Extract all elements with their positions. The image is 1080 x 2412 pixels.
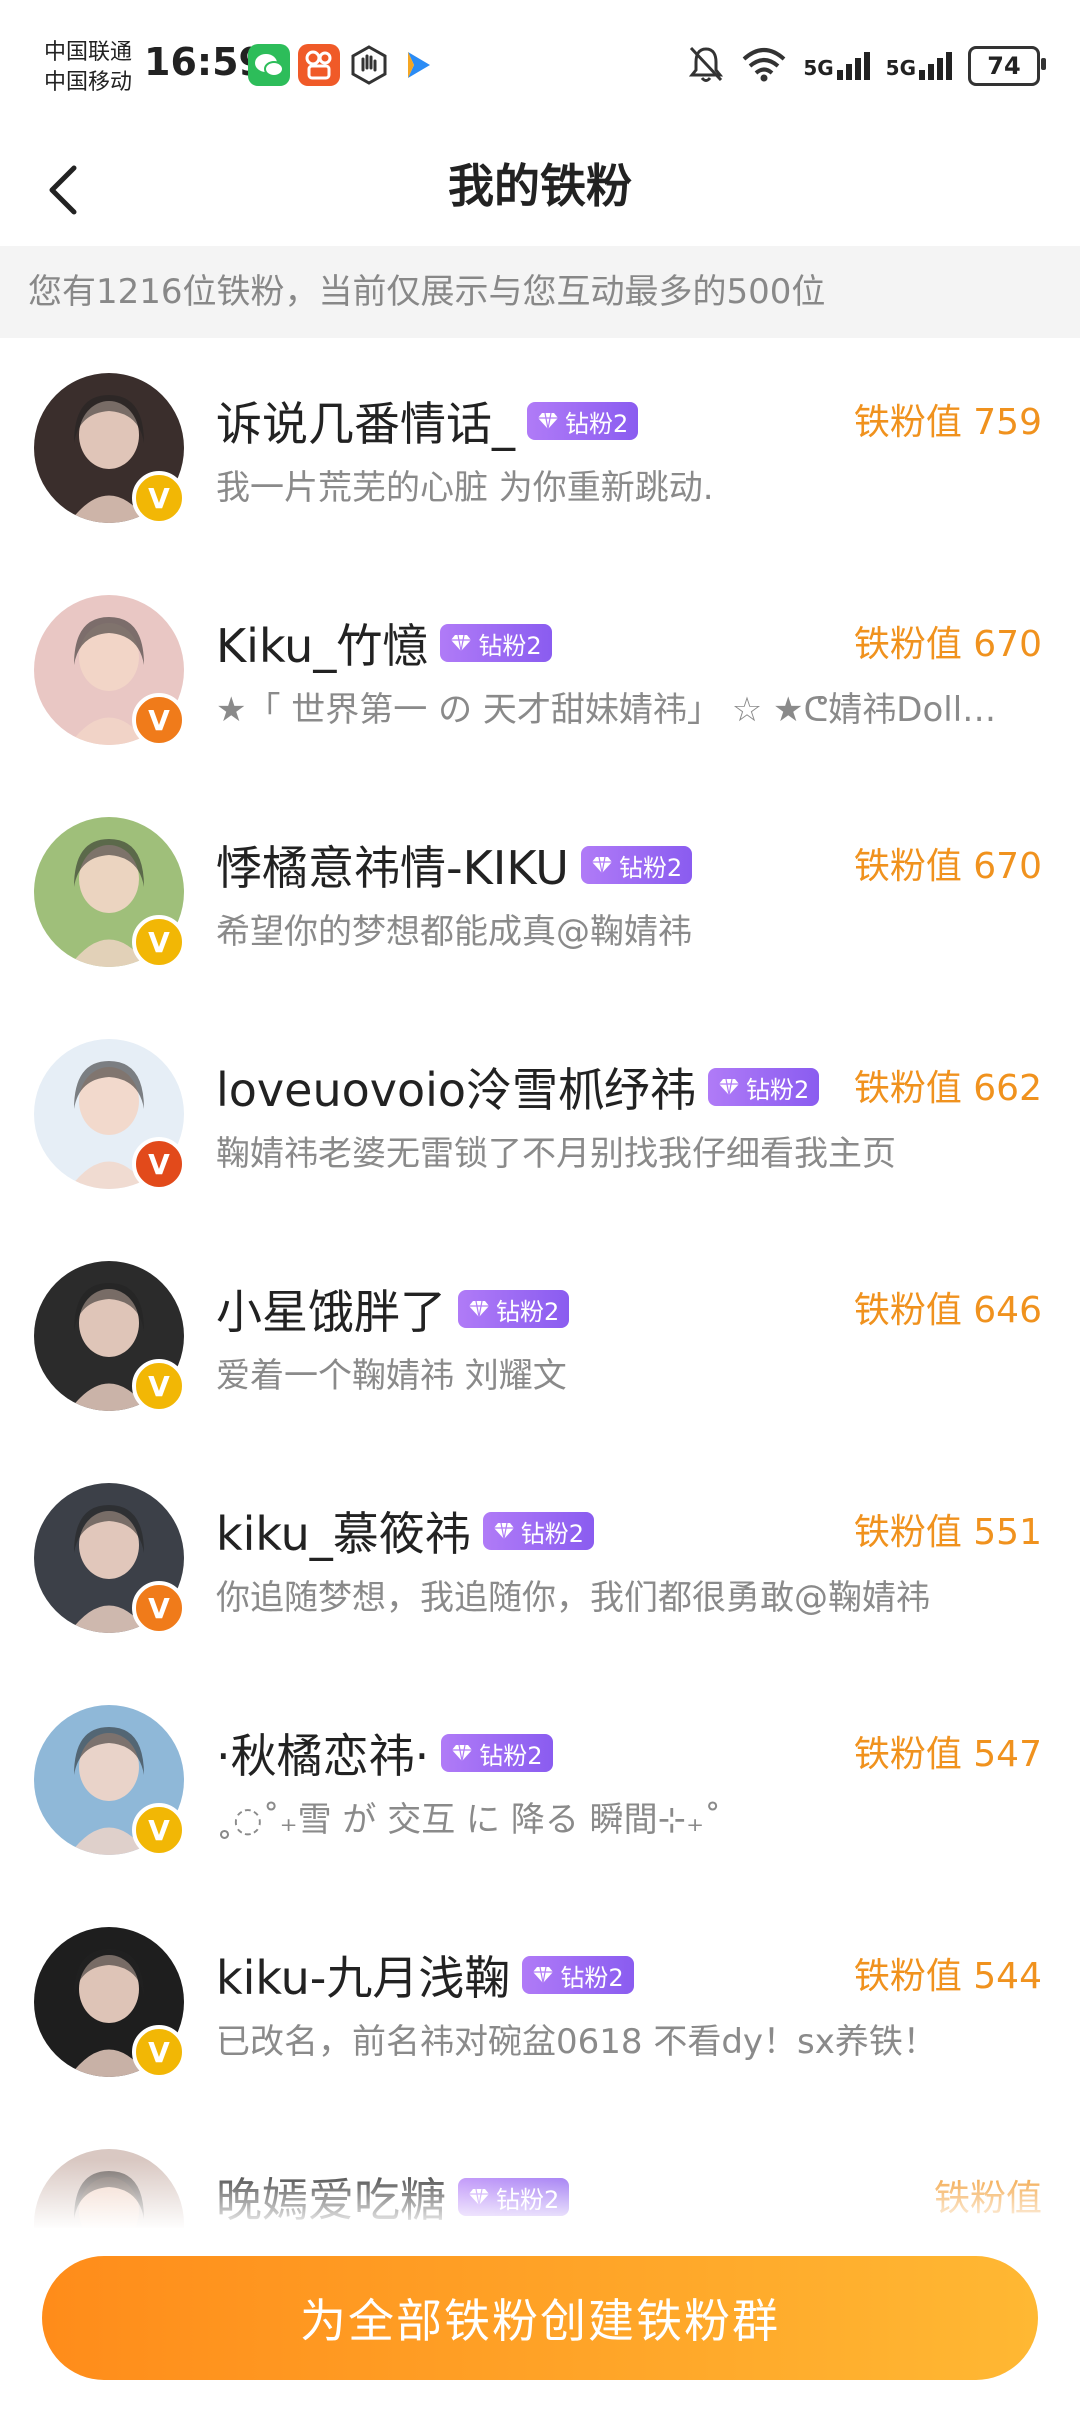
- name-line: Kiku_竹憶 钻粉2: [216, 610, 552, 676]
- diamond-icon: [538, 412, 558, 430]
- fan-signature: ★「 世界第一 の 天才甜妹婧祎」 ☆ ★ᕦ婧祎Doll…: [216, 690, 997, 730]
- fan-level-label: 钻粉2: [479, 1741, 543, 1770]
- name-line: loveuovoio泠雪枛纾祎 钻粉2: [216, 1054, 820, 1120]
- name-line: 悸橘意祎情-KIKU 钻粉2: [216, 832, 693, 898]
- fan-signature: 我一片荒芜的心脏 为你重新跳动.: [216, 468, 714, 508]
- kuaishou-icon: [298, 44, 340, 86]
- fan-level-badge: 钻粉2: [522, 1956, 634, 1994]
- battery-indicator: 74: [968, 46, 1046, 86]
- fan-signature: 鞠婧祎老婆无雷锁了不月别找我仔细看我主页: [216, 1134, 896, 1174]
- fan-row[interactable]: V loveuovoio泠雪枛纾祎 钻粉2 铁粉值 662 鞠婧祎老婆无雷锁了不…: [0, 1004, 1080, 1226]
- name-line: ·秋橘恋祎· 钻粉2: [216, 1720, 553, 1786]
- wechat-icon: [248, 44, 290, 86]
- verified-v-icon: V: [132, 1137, 186, 1191]
- fan-level-badge: 钻粉2: [458, 1290, 570, 1328]
- diamond-icon: [469, 1300, 489, 1318]
- diamond-icon: [591, 856, 612, 874]
- fan-level-label: 钻粉2: [560, 1963, 624, 1992]
- fan-value: 铁粉值 670: [853, 624, 1042, 665]
- fan-value: 铁粉值 759: [853, 402, 1042, 443]
- fans-notice: 您有1216位铁粉，当前仅展示与您互动最多的500位: [0, 246, 1080, 338]
- play-arrow-icon: [398, 44, 440, 86]
- mute-icon: [687, 44, 725, 88]
- fan-name: 悸橘意祎情-KIKU: [216, 841, 569, 895]
- fan-level-label: 钻粉2: [478, 631, 542, 660]
- signal-2-label: 5G: [885, 56, 916, 80]
- fan-name: loveuovoio泠雪枛纾祎: [216, 1063, 697, 1117]
- fan-value: 铁粉值 670: [853, 846, 1042, 887]
- fan-level-label: 钻粉2: [520, 1519, 585, 1548]
- fan-signature: 希望你的梦想都能成真@鞠婧祎: [216, 912, 692, 952]
- fan-name: kiku_慕筱祎: [216, 1507, 471, 1561]
- fan-signature: 你追随梦想，我追随你，我们都很勇敢@鞠婧祎: [216, 1578, 930, 1618]
- fan-level-badge: 钻粉2: [482, 1512, 595, 1550]
- fan-level-label: 钻粉2: [496, 1297, 560, 1326]
- signal-1: 5G: [803, 52, 870, 80]
- nav-bar: 我的铁粉: [0, 130, 1080, 246]
- fan-level-badge: 钻粉2: [440, 624, 552, 662]
- signal-2: 5G: [886, 52, 952, 80]
- fan-row[interactable]: V 诉说几番情话_ 钻粉2 铁粉值 759 我一片荒芜的心脏 为你重新跳动.: [0, 338, 1080, 560]
- verified-v-icon: V: [132, 1803, 186, 1857]
- name-line: 小星饿胖了 钻粉2: [216, 1276, 570, 1342]
- page-title: 我的铁粉: [448, 159, 632, 213]
- fan-value: 铁粉值 646: [853, 1290, 1042, 1331]
- carrier-2: 中国移动: [44, 70, 133, 95]
- signal-1-label: 5G: [803, 56, 834, 80]
- verified-v-icon: V: [132, 2025, 186, 2079]
- fan-row[interactable]: V 小星饿胖了 钻粉2 铁粉值 646 爱着一个鞠婧祎 刘耀文: [0, 1226, 1080, 1448]
- diamond-icon: [451, 634, 472, 652]
- fan-row[interactable]: V ·秋橘恋祎· 钻粉2 铁粉值 547 ˳◌˚₊雪 が 交互 に 降る 瞬間⊹…: [0, 1670, 1080, 1892]
- fan-row[interactable]: V kiku-九月浅鞠 钻粉2 铁粉值 544 已改名，前名祎对碗盆0618 不…: [0, 1892, 1080, 2114]
- fan-name: ·秋橘恋祎·: [216, 1729, 430, 1783]
- fan-name: Kiku_竹憶: [216, 619, 429, 673]
- verified-v-icon: V: [132, 915, 186, 969]
- fan-name: 诉说几番情话_: [216, 397, 515, 451]
- fan-level-badge: 钻粉2: [708, 1068, 820, 1106]
- carrier-1: 中国联通: [44, 40, 133, 65]
- fan-row[interactable]: V Kiku_竹憶 钻粉2 铁粉值 670 ★「 世界第一 の 天才甜妹婧祎」 …: [0, 560, 1080, 782]
- verified-v-icon: V: [132, 471, 186, 525]
- list-fade: [0, 2160, 1080, 2230]
- status-icons: 5G 5G 74: [687, 44, 1046, 88]
- create-fan-group-button[interactable]: 为全部铁粉创建铁粉群: [42, 2256, 1038, 2380]
- verified-v-icon: V: [132, 693, 186, 747]
- verified-v-icon: V: [132, 1581, 186, 1635]
- fan-value: 铁粉值 544: [853, 1956, 1042, 1997]
- fan-row[interactable]: V 悸橘意祎情-KIKU 钻粉2 铁粉值 670 希望你的梦想都能成真@鞠婧祎: [0, 782, 1080, 1004]
- fan-level-badge: 钻粉2: [580, 846, 693, 884]
- fan-level-badge: 钻粉2: [441, 1734, 553, 1772]
- fan-name: kiku-九月浅鞠: [216, 1951, 511, 2005]
- fan-row[interactable]: V kiku_慕筱祎 钻粉2 铁粉值 551 你追随梦想，我追随你，我们都很勇敢…: [0, 1448, 1080, 1670]
- diamond-icon: [493, 1522, 514, 1540]
- fan-level-label: 钻粉2: [618, 853, 683, 882]
- diamond-icon: [533, 1966, 554, 1984]
- fan-level-badge: 钻粉2: [527, 402, 639, 440]
- fan-level-label: 钻粉2: [746, 1075, 810, 1104]
- verified-v-icon: V: [132, 1359, 186, 1413]
- status-bar: 中国联通 中国移动 16:59 5G 5G 74: [0, 0, 1080, 130]
- diamond-icon: [452, 1744, 473, 1762]
- name-line: 诉说几番情话_ 钻粉2: [216, 388, 639, 454]
- fan-signature: 已改名，前名祎对碗盆0618 不看dy！sx养铁！: [216, 2022, 937, 2062]
- name-line: kiku_慕筱祎 钻粉2: [216, 1498, 595, 1564]
- clock: 16:59: [144, 40, 265, 84]
- fan-level-label: 钻粉2: [565, 409, 629, 438]
- fan-name: 小星饿胖了: [216, 1285, 446, 1339]
- carrier-info: 中国联通 中国移动: [44, 38, 132, 98]
- hand-icon: [348, 44, 390, 86]
- name-line: kiku-九月浅鞠 钻粉2: [216, 1942, 634, 2008]
- fan-value: 铁粉值 547: [853, 1734, 1042, 1775]
- fan-signature: ˳◌˚₊雪 が 交互 に 降る 瞬間⊹₊˚: [216, 1800, 722, 1840]
- fan-value: 铁粉值 551: [853, 1512, 1042, 1553]
- wifi-icon: [741, 45, 787, 87]
- fan-list: V 诉说几番情话_ 钻粉2 铁粉值 759 我一片荒芜的心脏 为你重新跳动. V: [0, 338, 1080, 2336]
- fan-signature: 爱着一个鞠婧祎 刘耀文: [216, 1356, 567, 1396]
- diamond-icon: [719, 1078, 740, 1096]
- fan-value: 铁粉值 662: [853, 1068, 1042, 1109]
